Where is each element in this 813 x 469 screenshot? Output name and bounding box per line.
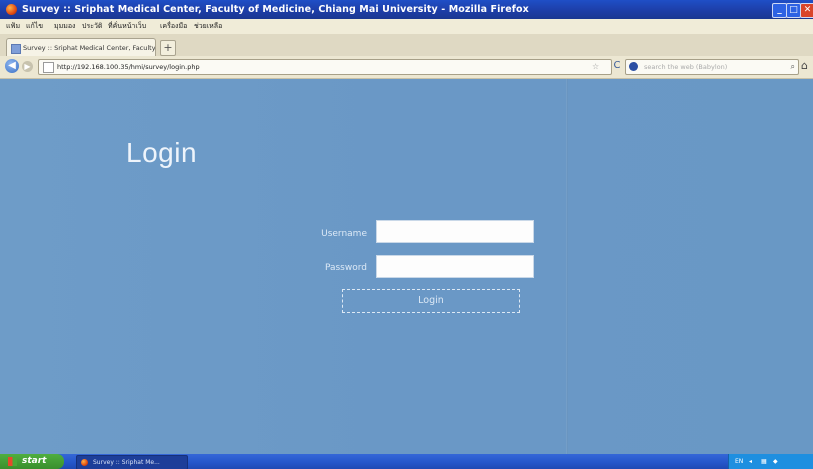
menu-help[interactable]: ช่วยเหลือ	[194, 19, 222, 34]
window-titlebar: Survey :: Sriphat Medical Center, Facult…	[0, 0, 813, 19]
window-title: Survey :: Sriphat Medical Center, Facult…	[22, 4, 529, 15]
minimize-button[interactable]: _	[772, 3, 787, 18]
maximize-button[interactable]: □	[786, 3, 801, 18]
menubar: แฟ้ม แก้ไข มุมมอง ประวัติ ที่คั่นหน้าเว็…	[0, 19, 813, 34]
search-bar[interactable]: search the web (Babylon) ⌕	[625, 59, 799, 75]
password-input[interactable]	[376, 255, 534, 278]
menu-bookmarks[interactable]: ที่คั่นหน้าเว็บ	[108, 19, 146, 34]
tab-label: Survey :: Sriphat Medical Center, Facult…	[23, 44, 156, 52]
menu-view[interactable]: มุมมอง	[54, 19, 75, 34]
page-favicon-icon	[11, 44, 21, 54]
tab-strip: Survey :: Sriphat Medical Center, Facult…	[0, 34, 813, 57]
windows-flag-icon	[8, 457, 17, 466]
menu-edit[interactable]: แก้ไข	[26, 19, 43, 34]
password-label: Password	[324, 263, 367, 273]
new-tab-button[interactable]: +	[160, 40, 176, 56]
search-engine-icon[interactable]	[629, 62, 638, 71]
menu-file[interactable]: แฟ้ม	[6, 19, 20, 34]
security-icon[interactable]: ◆	[773, 454, 778, 469]
url-bar[interactable]: http://192.168.100.35/hmi/survey/login.p…	[38, 59, 612, 75]
photo-crease	[566, 79, 568, 454]
menu-history[interactable]: ประวัติ	[82, 19, 102, 34]
reload-button[interactable]: C	[611, 59, 623, 73]
bookmark-star-icon[interactable]: ☆	[592, 60, 599, 74]
username-input[interactable]	[376, 220, 534, 243]
start-label: start	[22, 456, 47, 466]
firefox-icon	[6, 4, 17, 15]
page-icon	[43, 62, 54, 73]
search-icon[interactable]: ⌕	[791, 60, 795, 74]
firefox-icon	[81, 459, 88, 466]
navigation-bar: ◀ ▶ http://192.168.100.35/hmi/survey/log…	[0, 56, 813, 79]
start-button[interactable]: start	[0, 454, 64, 469]
username-label: Username	[321, 229, 367, 239]
volume-icon[interactable]: ◂	[749, 454, 752, 469]
page-content: Login Username Password Login	[0, 79, 813, 454]
url-text: http://192.168.100.35/hmi/survey/login.p…	[57, 63, 200, 71]
network-icon[interactable]: ▦	[761, 454, 767, 469]
tab-survey[interactable]: Survey :: Sriphat Medical Center, Facult…	[6, 38, 156, 57]
system-tray: EN ◂ ▦ ◆	[728, 454, 813, 469]
taskbar-item-firefox[interactable]: Survey :: Sriphat Me...	[76, 455, 188, 469]
forward-button[interactable]: ▶	[22, 61, 33, 72]
screen: Survey :: Sriphat Medical Center, Facult…	[0, 0, 813, 469]
home-button[interactable]: ⌂	[801, 59, 813, 73]
page-title: Login	[126, 137, 198, 168]
language-indicator[interactable]: EN	[735, 454, 743, 469]
search-placeholder: search the web (Babylon)	[644, 63, 728, 71]
back-button[interactable]: ◀	[5, 59, 19, 73]
taskbar-item-label: Survey :: Sriphat Me...	[93, 459, 160, 466]
close-button[interactable]: ✕	[800, 3, 813, 18]
menu-tools[interactable]: เครื่องมือ	[160, 19, 187, 34]
login-button[interactable]: Login	[342, 289, 520, 313]
taskbar: start Survey :: Sriphat Me... EN ◂ ▦ ◆	[0, 454, 813, 469]
